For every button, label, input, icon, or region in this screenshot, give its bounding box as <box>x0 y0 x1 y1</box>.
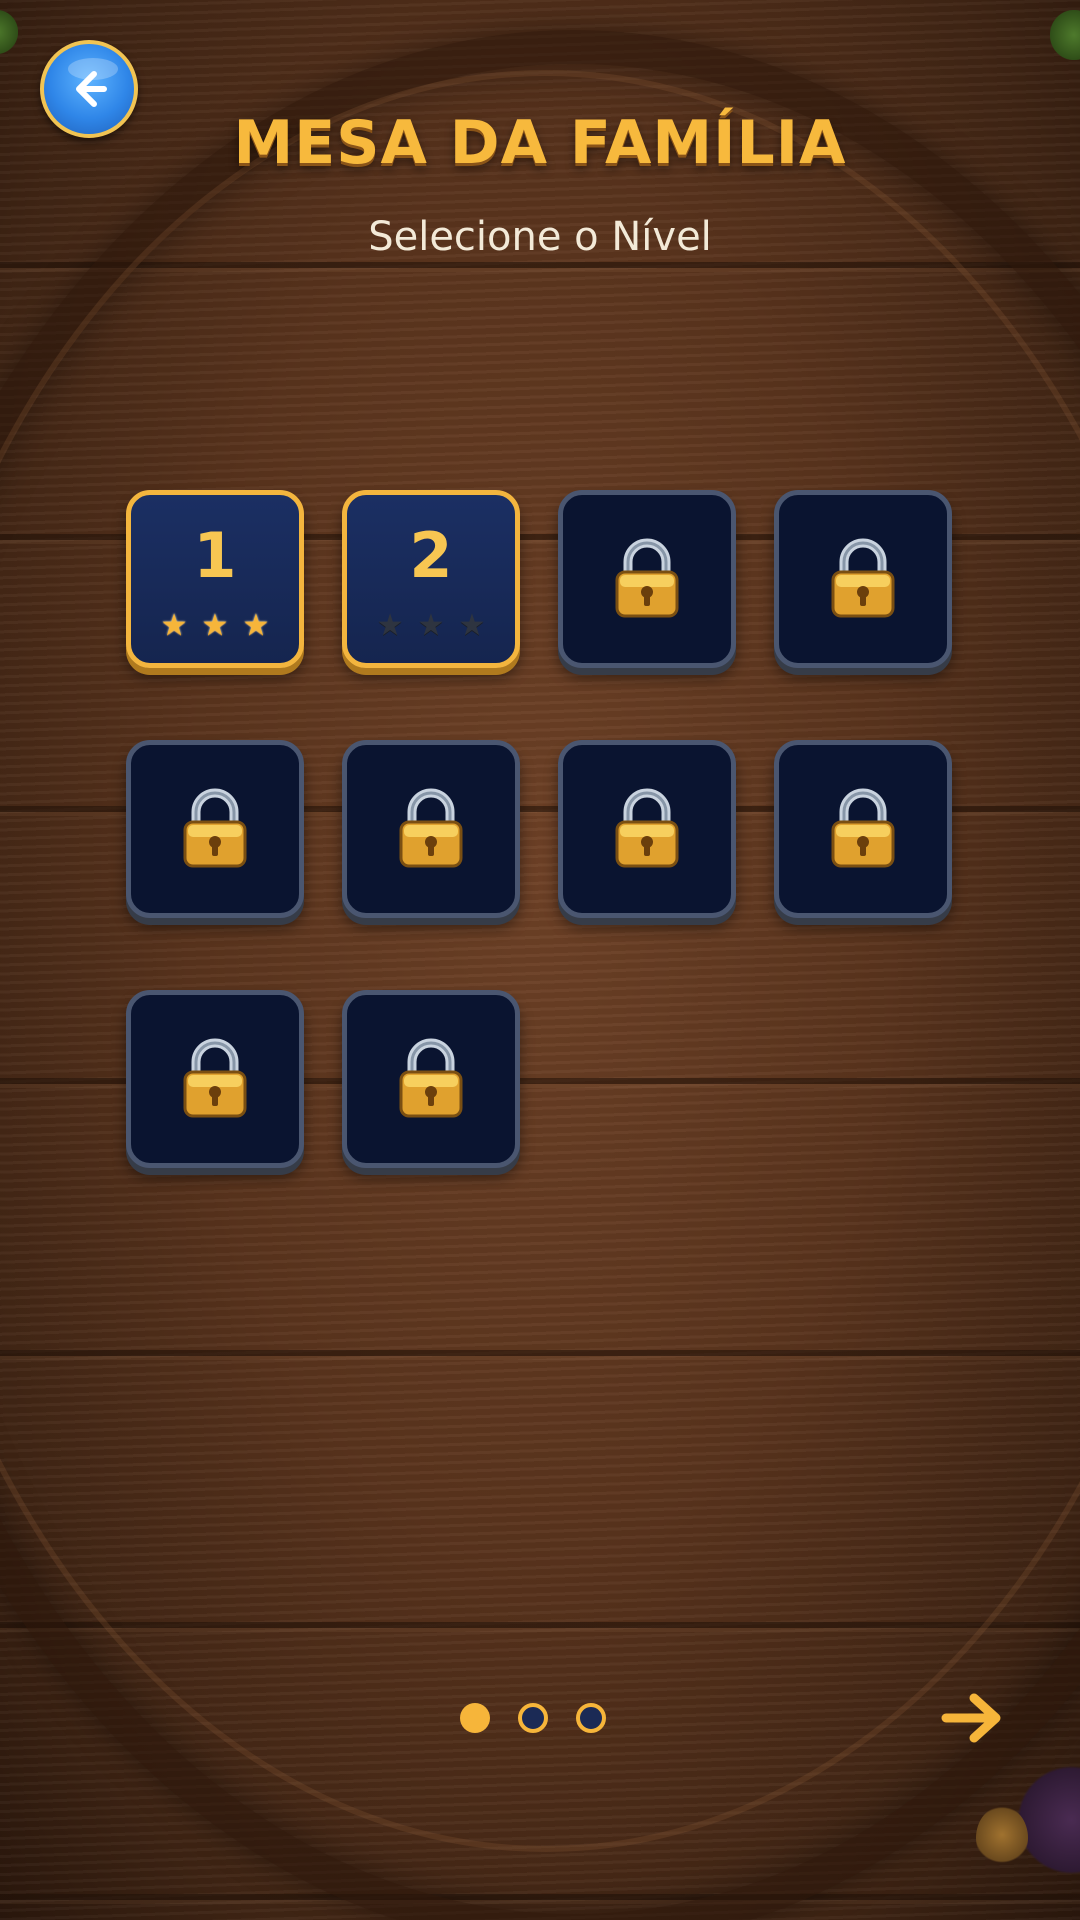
star-filled-icon: ★ <box>242 608 270 643</box>
arrow-left-icon <box>76 71 107 107</box>
star-filled-icon: ★ <box>201 608 229 643</box>
page-subtitle: Selecione o Nível <box>368 214 712 260</box>
page-indicator <box>460 1703 606 1733</box>
level-tile-locked[interactable] <box>342 990 520 1168</box>
star-empty-icon: ★ <box>376 608 404 643</box>
page-title: MESA DA FAMÍLIA <box>233 108 847 178</box>
leaf-decoration <box>1050 10 1080 60</box>
star-filled-icon: ★ <box>160 608 188 643</box>
page-dot[interactable] <box>576 1703 606 1733</box>
table-rim <box>0 30 1080 1920</box>
level-tile-locked[interactable] <box>558 490 736 668</box>
page-dot[interactable] <box>460 1703 490 1733</box>
level-tile-locked[interactable] <box>774 490 952 668</box>
level-tile-locked[interactable] <box>126 990 304 1168</box>
lock-icon <box>398 786 464 872</box>
level-tile-locked[interactable] <box>558 740 736 918</box>
star-empty-icon: ★ <box>458 608 486 643</box>
arrow-right-icon <box>941 1693 1001 1743</box>
level-number: 2 <box>409 519 453 592</box>
corner-ornament-tassel <box>976 1806 1028 1870</box>
lock-icon <box>830 536 896 622</box>
star-rating: ★ ★ ★ <box>347 611 515 641</box>
lock-icon <box>398 1036 464 1122</box>
star-empty-icon: ★ <box>417 608 445 643</box>
level-select-screen: MESA DA FAMÍLIA Selecione o Nível 1 ★ ★ ★ 2 ★… <box>0 0 1080 1920</box>
lock-icon <box>182 1036 248 1122</box>
level-tile-locked[interactable] <box>342 740 520 918</box>
next-page-button[interactable] <box>940 1690 1004 1746</box>
table-rim-inner <box>0 70 1080 1852</box>
level-tile-locked[interactable] <box>126 740 304 918</box>
leaf-decoration-left <box>0 10 18 54</box>
lock-icon <box>614 536 680 622</box>
level-tile[interactable]: 1 ★ ★ ★ <box>126 490 304 668</box>
level-tile[interactable]: 2 ★ ★ ★ <box>342 490 520 668</box>
lock-icon <box>614 786 680 872</box>
level-number: 1 <box>193 519 237 592</box>
page-dot[interactable] <box>518 1703 548 1733</box>
star-rating: ★ ★ ★ <box>131 611 299 641</box>
lock-icon <box>182 786 248 872</box>
level-tile-locked[interactable] <box>774 740 952 918</box>
lock-icon <box>830 786 896 872</box>
